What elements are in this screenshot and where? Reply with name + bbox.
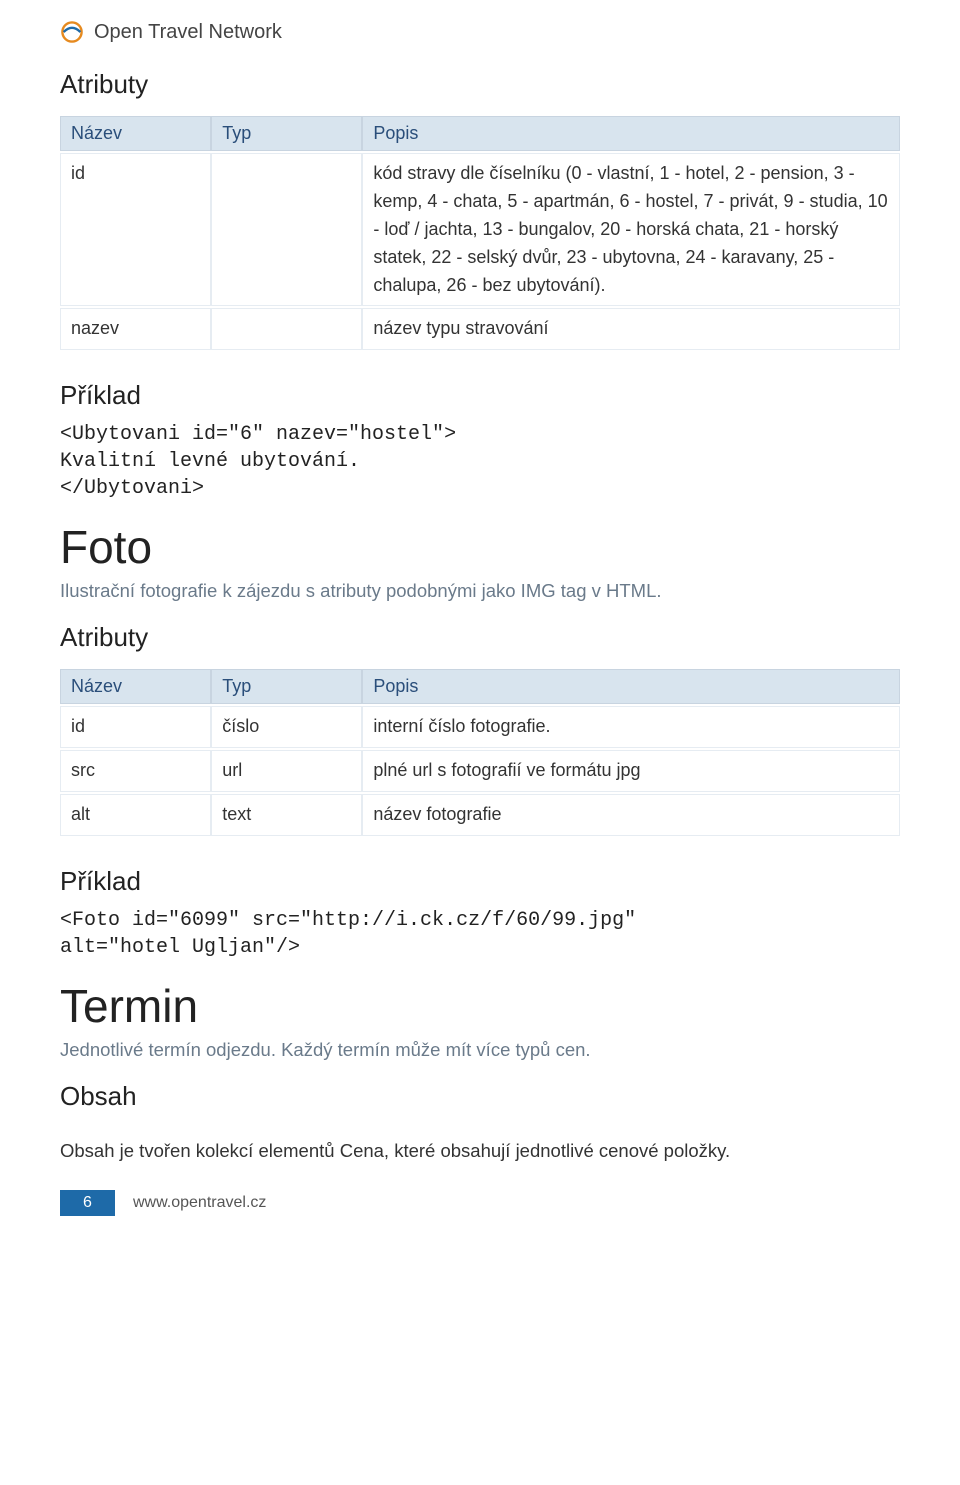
cell-name: id (60, 153, 211, 306)
cell-desc: kód stravy dle číselníku (0 - vlastní, 1… (362, 153, 900, 306)
th-type: Typ (211, 116, 362, 151)
section-priklad-1: Příklad (60, 380, 900, 411)
cell-desc: název typu stravování (362, 308, 900, 350)
cell-desc: plné url s fotografií ve formátu jpg (362, 750, 900, 792)
footer-url: www.opentravel.cz (133, 1194, 266, 1212)
cell-name: alt (60, 794, 211, 836)
cell-type: url (211, 750, 362, 792)
attributes-table-1: Název Typ Popis id kód stravy dle číseln… (60, 114, 900, 352)
cell-type (211, 308, 362, 350)
obsah-body: Obsah je tvořen kolekcí elementů Cena, k… (60, 1138, 900, 1164)
attributes-table-2: Název Typ Popis id číslo interní číslo f… (60, 667, 900, 838)
table-row: id číslo interní číslo fotografie. (60, 706, 900, 748)
section-foto: Foto (60, 520, 900, 574)
th-name: Název (60, 669, 211, 704)
page-footer: 6 www.opentravel.cz (60, 1190, 900, 1216)
termin-lead: Jednotlivé termín odjezdu. Každý termín … (60, 1037, 900, 1063)
section-priklad-2: Příklad (60, 866, 900, 897)
cell-name: id (60, 706, 211, 748)
page-header: Open Travel Network (60, 20, 900, 44)
section-obsah: Obsah (60, 1081, 900, 1112)
cell-name: nazev (60, 308, 211, 350)
cell-desc: interní číslo fotografie. (362, 706, 900, 748)
cell-type (211, 153, 362, 306)
cell-type: číslo (211, 706, 362, 748)
brand-text: Open Travel Network (94, 21, 282, 44)
th-desc: Popis (362, 669, 900, 704)
page-number: 6 (60, 1190, 115, 1216)
section-termin: Termin (60, 979, 900, 1033)
code-example-1: <Ubytovani id="6" nazev="hostel"> Kvalit… (60, 421, 900, 502)
logo-icon (60, 20, 84, 44)
cell-type: text (211, 794, 362, 836)
table-row: id kód stravy dle číselníku (0 - vlastní… (60, 153, 900, 306)
th-type: Typ (211, 669, 362, 704)
code-example-2: <Foto id="6099" src="http://i.ck.cz/f/60… (60, 907, 900, 961)
table-row: nazev název typu stravování (60, 308, 900, 350)
cell-name: src (60, 750, 211, 792)
section-atributy-2: Atributy (60, 622, 900, 653)
th-name: Název (60, 116, 211, 151)
cell-desc: název fotografie (362, 794, 900, 836)
section-atributy-1: Atributy (60, 69, 900, 100)
foto-lead: Ilustrační fotografie k zájezdu s atribu… (60, 578, 900, 604)
table-row: src url plné url s fotografií ve formátu… (60, 750, 900, 792)
th-desc: Popis (362, 116, 900, 151)
table-row: alt text název fotografie (60, 794, 900, 836)
